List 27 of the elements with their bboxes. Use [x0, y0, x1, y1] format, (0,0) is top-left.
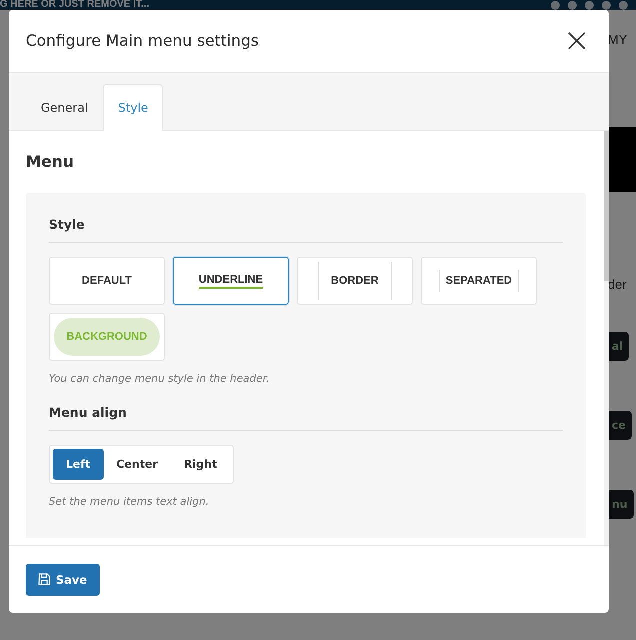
dark-band: [608, 127, 636, 192]
align-option[interactable]: Center: [104, 449, 172, 480]
tab[interactable]: Style: [103, 84, 164, 131]
style-option[interactable]: SEPARATED: [421, 257, 537, 305]
style-option[interactable]: BORDER: [297, 257, 413, 305]
close-icon: [567, 31, 587, 51]
background-text: MY: [608, 32, 628, 47]
banner-text: G HERE OR JUST REMOVE IT...: [0, 0, 150, 10]
style-preview: UNDERLINE: [198, 274, 264, 288]
scrollbar[interactable]: [604, 131, 609, 545]
field-label: Menu align: [49, 405, 563, 431]
style-preview: SEPARATED: [438, 270, 520, 292]
tab[interactable]: General: [26, 84, 104, 131]
close-button[interactable]: [567, 31, 587, 51]
align-option[interactable]: Left: [53, 449, 104, 480]
background-text: der: [608, 277, 627, 292]
dialog-title: Configure Main menu settings: [26, 32, 259, 50]
style-option[interactable]: DEFAULT: [49, 257, 165, 305]
field-label: Style: [49, 217, 563, 243]
style-preview: BORDER: [318, 262, 392, 300]
help-text: Set the menu items text align.: [49, 496, 210, 508]
style-option[interactable]: UNDERLINE: [173, 257, 289, 305]
style-preview: DEFAULT: [82, 275, 132, 287]
section-title: Menu: [26, 153, 76, 171]
help-text: You can change menu style in the header.: [49, 373, 271, 385]
align-option[interactable]: Right: [171, 449, 230, 480]
save-button[interactable]: Save: [26, 564, 100, 596]
